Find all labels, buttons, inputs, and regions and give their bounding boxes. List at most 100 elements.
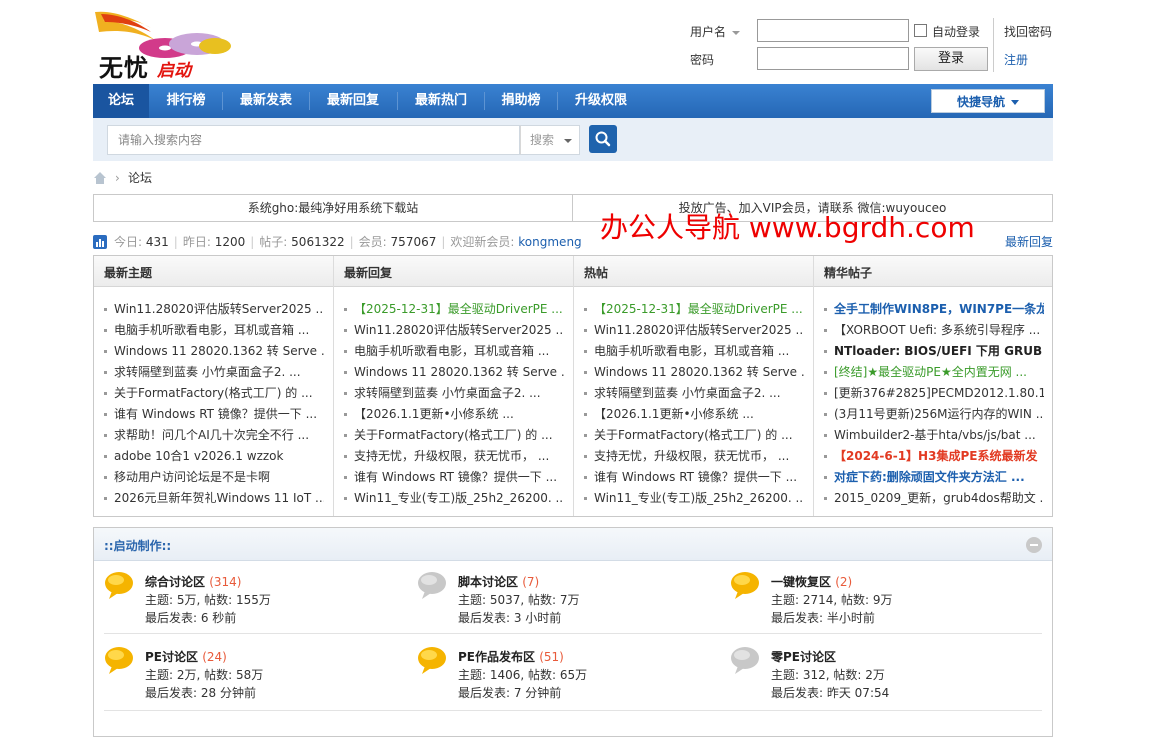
search-bar: 请输入搜索内容 搜索 bbox=[93, 118, 1053, 161]
breadcrumb: › 论坛 bbox=[93, 168, 1053, 188]
topic-link[interactable]: 支持无忧，升级权限，获无忧币， ... bbox=[584, 446, 804, 467]
topic-link[interactable]: 求转隔壁到蓝奏 小竹桌面盒子2. ... bbox=[584, 383, 804, 404]
topic-list: 【2025-12-31】最全驱动DriverPE ... Win11.28020评… bbox=[584, 299, 804, 509]
new-post-count: (7) bbox=[522, 575, 540, 589]
welcome-label: 欢迎新会员: bbox=[450, 235, 515, 249]
nav-item-forum[interactable]: 论坛 bbox=[93, 84, 149, 118]
search-input[interactable]: 请输入搜索内容 bbox=[107, 125, 520, 155]
topic-link[interactable]: 谁有 Windows RT 镜像？提供一下 ... bbox=[584, 467, 804, 488]
topic-link[interactable]: 电脑手机听歌看电影，耳机或音箱 ... bbox=[104, 320, 324, 341]
section-title[interactable]: ::启动制作:: bbox=[104, 537, 171, 554]
username-label[interactable]: 用户名 bbox=[690, 23, 741, 40]
remember-label[interactable]: 自动登录 bbox=[932, 23, 980, 40]
topic-link[interactable]: Wimbuilder2-基于hta/vbs/js/bat ... bbox=[824, 425, 1044, 446]
topics-table: 最新主题 Win11.28020评估版转Server2025 ... 电脑手机听歌看… bbox=[93, 255, 1053, 517]
forgot-password-link[interactable]: 找回密码 bbox=[1004, 23, 1052, 40]
forum-entry: 综合讨论区 (314) 主题: 5万, 帖数: 155万 最后发表: 6 秒前 bbox=[104, 568, 404, 638]
topic-link[interactable]: 谁有 Windows RT 镜像？提供一下 ... bbox=[104, 404, 324, 425]
new-post-count: (24) bbox=[202, 650, 227, 664]
forum-name-link[interactable]: 一键恢复区 (2) bbox=[771, 573, 852, 590]
forum-last-post[interactable]: 最后发表: 半小时前 bbox=[771, 609, 875, 626]
topic-link[interactable]: [更新376#2825]PECMD2012.1.80.1 ... bbox=[824, 383, 1044, 404]
nav-item-ranking[interactable]: 排行榜 bbox=[153, 84, 219, 118]
topic-link[interactable]: adobe 10合1 v2026.1 wzzok bbox=[104, 446, 324, 467]
new-post-count: (51) bbox=[539, 650, 564, 664]
topic-link[interactable]: Windows 11 28020.1362 转 Serve ... bbox=[344, 362, 564, 383]
topic-link[interactable]: (3月11号更新)256M运行内存的WIN ... bbox=[824, 404, 1044, 425]
nav-divider bbox=[484, 92, 485, 110]
forum-name: PE讨论区 bbox=[145, 650, 198, 664]
logo-text-main: 无忧 bbox=[99, 54, 149, 82]
topics-column-featured: 精华帖子 全手工制作WIN8PE，WIN7PE一条龙 【XORBOOT Uefi: … bbox=[814, 256, 1054, 516]
forum-last-post[interactable]: 最后发表: 昨天 07:54 bbox=[771, 684, 889, 701]
topic-link[interactable]: Win11_专业(专工)版_25h2_26200. ... bbox=[584, 488, 804, 509]
divider: | bbox=[441, 235, 446, 249]
topic-link[interactable]: 【2026.1.1更新•小修系统 ... bbox=[344, 404, 564, 425]
nav-item-donors[interactable]: 捐助榜 bbox=[488, 84, 554, 118]
members-count: 757067 bbox=[390, 235, 437, 249]
forum-name-link[interactable]: PE作品发布区 (51) bbox=[458, 648, 564, 665]
topic-link[interactable]: Win11.28020评估版转Server2025 ... bbox=[104, 299, 324, 320]
forum-last-post[interactable]: 最后发表: 6 秒前 bbox=[145, 609, 236, 626]
topic-link[interactable]: 谁有 Windows RT 镜像？提供一下 ... bbox=[344, 467, 564, 488]
topic-link[interactable]: Win11_专业(专工)版_25h2_26200. ... bbox=[344, 488, 564, 509]
forum-last-post[interactable]: 最后发表: 7 分钟前 bbox=[458, 684, 561, 701]
divider: | bbox=[349, 235, 354, 249]
site-logo[interactable]: 无忧 启动 bbox=[93, 8, 238, 82]
topic-link[interactable]: 求转隔壁到蓝奏 小竹桌面盒子2. ... bbox=[104, 362, 324, 383]
topic-link[interactable]: 【XORBOOT Uefi: 多系统引导程序 ... bbox=[824, 320, 1044, 341]
topic-link[interactable]: 2026元旦新年贺礼Windows 11 IoT ... bbox=[104, 488, 324, 509]
nav-divider bbox=[222, 92, 223, 110]
topic-link[interactable]: 全手工制作WIN8PE，WIN7PE一条龙 bbox=[824, 299, 1044, 320]
topic-link[interactable]: Windows 11 28020.1362 转 Serve ... bbox=[584, 362, 804, 383]
topic-link[interactable]: 移动用户访问论坛是不是卡啊 bbox=[104, 467, 324, 488]
nav-item-upgrade[interactable]: 升级权限 bbox=[561, 84, 641, 118]
forum-name-link[interactable]: 综合讨论区 (314) bbox=[145, 573, 241, 590]
nav-item-latest-posts[interactable]: 最新发表 bbox=[226, 84, 306, 118]
topic-link[interactable]: NTloader: BIOS/UEFI 下用 GRUB bbox=[824, 341, 1044, 362]
topic-link[interactable]: 求转隔壁到蓝奏 小竹桌面盒子2. ... bbox=[344, 383, 564, 404]
forum-last-post[interactable]: 最后发表: 3 小时前 bbox=[458, 609, 561, 626]
topic-link[interactable]: 电脑手机听歌看电影，耳机或音箱 ... bbox=[584, 341, 804, 362]
topic-link[interactable]: 【2025-12-31】最全驱动DriverPE ... bbox=[344, 299, 564, 320]
topic-link[interactable]: 关于FormatFactory(格式工厂) 的 ... bbox=[344, 425, 564, 446]
register-link[interactable]: 注册 bbox=[1004, 51, 1028, 68]
forum-stats: 主题: 2714, 帖数: 9万 bbox=[771, 593, 893, 607]
topic-link[interactable]: 【2026.1.1更新•小修系统 ... bbox=[584, 404, 804, 425]
topic-link[interactable]: [终结]★最全驱动PE★全内置无网 ... bbox=[824, 362, 1044, 383]
topic-link[interactable]: 求帮助！问几个AI几十次完全不行 ... bbox=[104, 425, 324, 446]
forum-name-link[interactable]: 零PE讨论区 bbox=[771, 648, 836, 665]
new-member-link[interactable]: kongmeng bbox=[518, 235, 581, 249]
password-input[interactable] bbox=[757, 47, 909, 70]
forum-last-post[interactable]: 最后发表: 28 分钟前 bbox=[145, 684, 256, 701]
forum-name-link[interactable]: PE讨论区 (24) bbox=[145, 648, 227, 665]
nav-item-latest-replies[interactable]: 最新回复 bbox=[313, 84, 393, 118]
latest-reply-link[interactable]: 最新回复 bbox=[1005, 232, 1053, 252]
forum-name: PE作品发布区 bbox=[458, 650, 535, 664]
breadcrumb-current[interactable]: 论坛 bbox=[128, 168, 152, 188]
topic-link[interactable]: Win11.28020评估版转Server2025 ... bbox=[584, 320, 804, 341]
remember-checkbox[interactable] bbox=[914, 24, 927, 37]
topic-link[interactable]: 关于FormatFactory(格式工厂) 的 ... bbox=[104, 383, 324, 404]
topic-link[interactable]: 【2024-6-1】H3集成PE系统最新发 bbox=[824, 446, 1044, 467]
search-button[interactable] bbox=[589, 125, 617, 153]
topic-link[interactable]: Win11.28020评估版转Server2025 ... bbox=[344, 320, 564, 341]
username-input[interactable] bbox=[757, 19, 909, 42]
topic-link[interactable]: 【2025-12-31】最全驱动DriverPE ... bbox=[584, 299, 804, 320]
topic-link[interactable]: 电脑手机听歌看电影，耳机或音箱 ... bbox=[344, 341, 564, 362]
topic-link[interactable]: 2015_0209_更新，grub4dos帮助文 ... bbox=[824, 488, 1044, 509]
topic-link[interactable]: Windows 11 28020.1362 转 Serve ... bbox=[104, 341, 324, 362]
topic-link[interactable]: 关于FormatFactory(格式工厂) 的 ... bbox=[584, 425, 804, 446]
forum-entry: 脚本讨论区 (7) 主题: 5037, 帖数: 7万 最后发表: 3 小时前 bbox=[417, 568, 717, 638]
collapse-icon[interactable] bbox=[1026, 537, 1042, 553]
topic-link[interactable]: 支持无忧，升级权限，获无忧币， ... bbox=[344, 446, 564, 467]
home-icon[interactable] bbox=[93, 171, 107, 185]
column-title: 热帖 bbox=[584, 266, 609, 280]
search-type-select[interactable]: 搜索 bbox=[520, 125, 580, 155]
topic-link[interactable]: 对症下药:删除顽固文件夹方法汇 ... bbox=[824, 467, 1044, 488]
nav-item-latest-hot[interactable]: 最新热门 bbox=[401, 84, 481, 118]
ad-left[interactable]: 系统gho:最纯净好用系统下载站 bbox=[94, 195, 572, 221]
forum-name-link[interactable]: 脚本讨论区 (7) bbox=[458, 573, 539, 590]
quick-nav-button[interactable]: 快捷导航 bbox=[931, 89, 1045, 113]
login-button[interactable]: 登录 bbox=[914, 47, 988, 71]
